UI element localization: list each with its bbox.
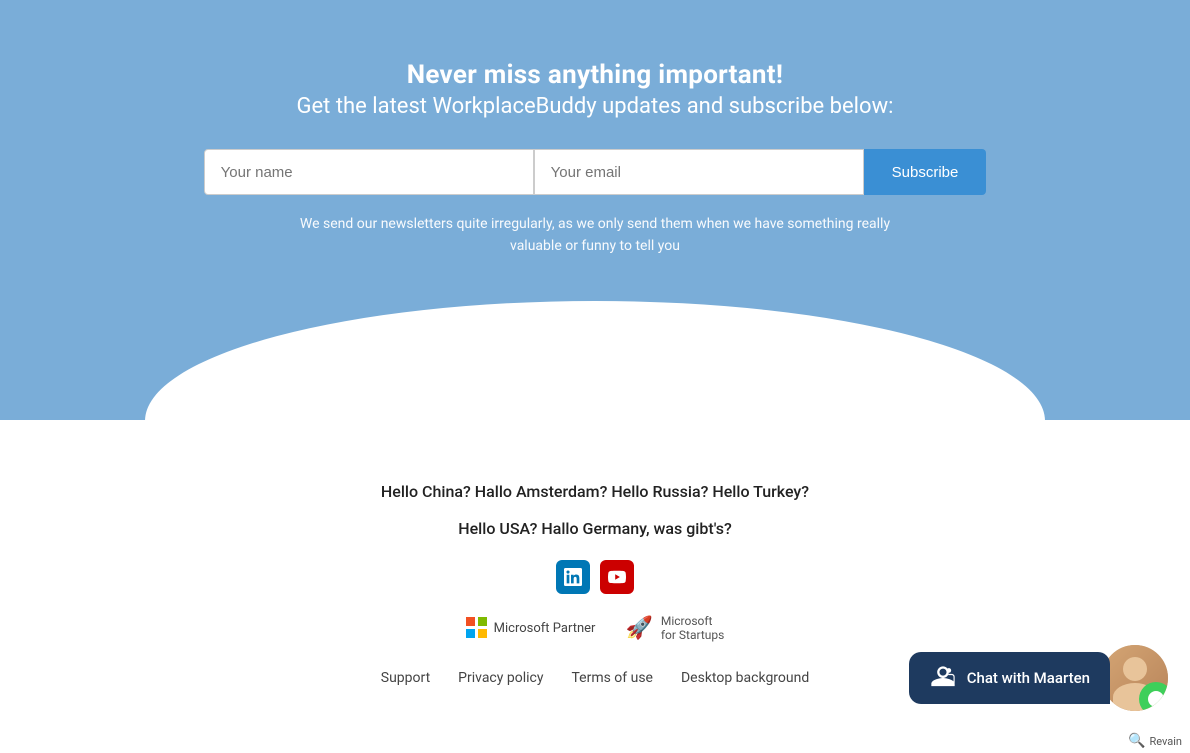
- teams-icon: [929, 664, 957, 692]
- greeting-line2: Hello USA? Hallo Germany, was gibt's?: [381, 515, 809, 542]
- headline-line2: Get the latest WorkplaceBuddy updates an…: [297, 94, 894, 119]
- microsoft-partner-logo: Microsoft Partner: [466, 617, 596, 639]
- newsletter-section: Never miss anything important! Get the l…: [0, 0, 1190, 420]
- linkedin-icon[interactable]: [556, 560, 590, 594]
- online-indicator: [1139, 682, 1170, 713]
- rocket-icon: 🚀: [625, 616, 652, 641]
- revain-badge: 🔍 Revain: [1120, 729, 1190, 753]
- footer-links: Support Privacy policy Terms of use Desk…: [381, 670, 810, 686]
- partner-logos: Microsoft Partner 🚀 Microsoft for Startu…: [466, 614, 725, 642]
- chat-label: Chat with Maarten: [967, 669, 1090, 687]
- online-dot-inner: [1148, 691, 1164, 707]
- greeting-block: Hello China? Hallo Amsterdam? Hello Russ…: [381, 468, 809, 548]
- disclaimer-text: We send our newsletters quite irregularl…: [275, 213, 915, 258]
- email-input[interactable]: [534, 149, 864, 195]
- name-input[interactable]: [204, 149, 534, 195]
- ms-partner-text: Microsoft Partner: [494, 621, 596, 636]
- chat-bubble[interactable]: Chat with Maarten: [909, 652, 1110, 704]
- desktop-bg-link[interactable]: Desktop background: [681, 670, 809, 686]
- microsoft-startups-logo: 🚀 Microsoft for Startups: [625, 614, 724, 642]
- dome-shape: [145, 301, 1045, 421]
- revain-label: Revain: [1149, 735, 1182, 748]
- ms-startup-text: Microsoft: [661, 614, 713, 628]
- headline-line1: Never miss anything important!: [297, 60, 894, 90]
- subscribe-button[interactable]: Subscribe: [864, 149, 987, 195]
- social-icons-row: [556, 560, 634, 594]
- headline: Never miss anything important! Get the l…: [297, 60, 894, 119]
- privacy-policy-link[interactable]: Privacy policy: [458, 670, 543, 686]
- ms-grid-icon: [466, 617, 488, 639]
- terms-link[interactable]: Terms of use: [571, 670, 653, 686]
- youtube-icon[interactable]: [600, 560, 634, 594]
- chat-widget[interactable]: Chat with Maarten: [909, 643, 1170, 713]
- greeting-line1: Hello China? Hallo Amsterdam? Hello Russ…: [381, 478, 809, 505]
- revain-icon: 🔍: [1128, 733, 1145, 749]
- support-link[interactable]: Support: [381, 670, 430, 686]
- chat-avatar: [1100, 643, 1170, 713]
- ms-startup-text2: for Startups: [661, 628, 724, 642]
- subscribe-form: Subscribe: [204, 149, 987, 195]
